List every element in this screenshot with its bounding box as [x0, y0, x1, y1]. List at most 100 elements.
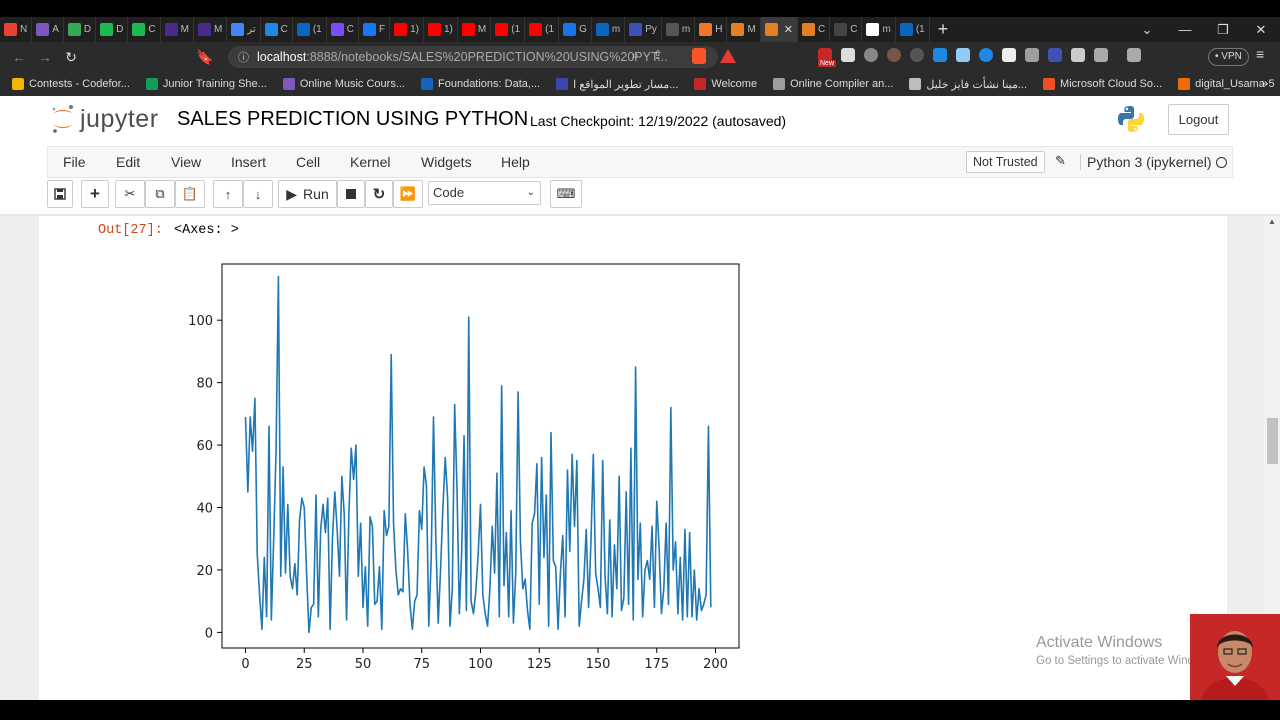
- browser-tab[interactable]: D: [96, 17, 129, 42]
- bookmark-item[interactable]: Junior Training She...: [145, 78, 267, 90]
- vpn-button[interactable]: • VPN: [1208, 48, 1249, 66]
- browser-tab[interactable]: m: [862, 17, 896, 42]
- command-palette-button[interactable]: ⌨: [550, 180, 582, 208]
- trust-button[interactable]: Not Trusted: [966, 151, 1045, 173]
- extension-translate-icon[interactable]: [933, 48, 947, 62]
- reload-icon[interactable]: ↻: [58, 49, 84, 66]
- menu-help[interactable]: Help: [501, 154, 530, 170]
- menu-cell[interactable]: Cell: [296, 154, 320, 170]
- menu-insert[interactable]: Insert: [231, 154, 266, 170]
- extension-n-icon[interactable]: [1002, 48, 1016, 62]
- browser-tab[interactable]: C: [830, 17, 863, 42]
- brave-rewards-icon[interactable]: [720, 49, 736, 63]
- browser-tab[interactable]: M: [458, 17, 492, 42]
- browser-tab[interactable]: D: [64, 17, 97, 42]
- browser-tab[interactable]: ✕: [760, 17, 798, 42]
- browser-tab[interactable]: C: [261, 17, 293, 42]
- menu-file[interactable]: File: [63, 154, 86, 170]
- back-icon[interactable]: ←: [6, 49, 32, 65]
- bookmark-item[interactable]: Online Music Cours...: [282, 78, 405, 90]
- browser-tab[interactable]: m: [662, 17, 696, 42]
- extension-download-icon[interactable]: [910, 48, 924, 62]
- browser-tab[interactable]: N: [0, 17, 33, 42]
- browser-tab[interactable]: H: [695, 17, 728, 42]
- brave-shield-icon[interactable]: [692, 48, 706, 64]
- new-tab-button[interactable]: +: [938, 19, 949, 40]
- extension-shield-icon[interactable]: [1025, 48, 1039, 62]
- extension-shield2-icon[interactable]: [1048, 48, 1062, 62]
- scrollbar-thumb[interactable]: [1267, 418, 1278, 464]
- bookmark-item[interactable]: Foundations: Data,...: [421, 78, 540, 90]
- menu-edit[interactable]: Edit: [116, 154, 140, 170]
- bookmark-item[interactable]: مينا نشأت فايز خليل...: [909, 78, 1027, 91]
- browser-tab[interactable]: 1): [424, 17, 458, 42]
- minimize-icon[interactable]: —: [1166, 22, 1204, 37]
- extension-screen-icon[interactable]: [956, 48, 970, 62]
- tab-search-icon[interactable]: ⌄: [1128, 22, 1166, 38]
- forward-icon[interactable]: →: [32, 49, 58, 65]
- extension-cookie-icon[interactable]: [887, 48, 901, 62]
- move-up-button[interactable]: ↑: [213, 180, 243, 208]
- bookmark-item[interactable]: Contests - Codefor...: [12, 78, 130, 90]
- menu-widgets[interactable]: Widgets: [421, 154, 472, 170]
- logout-button[interactable]: Logout: [1168, 104, 1229, 135]
- bookmarks-more-icon[interactable]: »: [1261, 76, 1268, 90]
- save-button[interactable]: [47, 180, 73, 208]
- copy-button[interactable]: ⧉: [145, 180, 175, 208]
- bookmark-item[interactable]: مسار تطوير المواقع ا...: [556, 78, 678, 91]
- browser-tab[interactable]: M: [727, 17, 761, 42]
- sidebar-icon[interactable]: [1094, 48, 1108, 62]
- browser-tab[interactable]: C: [128, 17, 161, 42]
- wallet-icon[interactable]: [1127, 48, 1141, 62]
- browser-tab[interactable]: M: [194, 17, 228, 42]
- extension-blue-icon[interactable]: [979, 48, 993, 62]
- move-down-button[interactable]: ↓: [243, 180, 273, 208]
- bookmark-item[interactable]: Microsoft Cloud So...: [1043, 78, 1162, 90]
- cut-button[interactable]: ✂: [115, 180, 145, 208]
- run-button[interactable]: ▶ Run: [278, 180, 337, 208]
- zoom-icon[interactable]: ⌕: [632, 48, 639, 63]
- notebook-title[interactable]: SALES PREDICTION USING PYTHON: [177, 108, 528, 131]
- bookmark-item[interactable]: Online Compiler an...: [773, 78, 893, 90]
- browser-menu-icon[interactable]: ≡: [1256, 46, 1264, 62]
- site-info-icon[interactable]: ⓘ: [238, 49, 249, 65]
- interrupt-button[interactable]: [337, 180, 365, 208]
- browser-tab[interactable]: F: [359, 17, 391, 42]
- extension-a-icon[interactable]: [841, 48, 855, 62]
- browser-tab[interactable]: (1: [525, 17, 560, 42]
- extension-gear-icon[interactable]: [864, 48, 878, 62]
- jupyter-logo[interactable]: jupyter: [50, 104, 159, 134]
- move-down-icon: ↓: [254, 186, 262, 202]
- cell-type-select[interactable]: Code ⌄: [428, 181, 541, 205]
- share-icon[interactable]: ⇪: [653, 48, 663, 63]
- scroll-up-icon[interactable]: ▲: [1268, 217, 1276, 226]
- browser-tab[interactable]: (1: [491, 17, 526, 42]
- tab-close-icon[interactable]: ✕: [784, 23, 793, 36]
- browser-tab[interactable]: m: [592, 17, 626, 42]
- bookmark-item[interactable]: Welcome: [694, 78, 757, 90]
- menu-kernel[interactable]: Kernel: [350, 154, 390, 170]
- browser-tab[interactable]: G: [559, 17, 592, 42]
- bookmark-item[interactable]: digital_Usama-5: [1178, 78, 1275, 90]
- restore-icon[interactable]: ❐: [1204, 22, 1242, 38]
- url-text[interactable]: localhost:8888/notebooks/SALES%20PREDICT…: [257, 50, 668, 64]
- restart-run-all-button[interactable]: ⏩: [393, 180, 423, 208]
- restart-button[interactable]: ↻: [365, 180, 393, 208]
- browser-tab[interactable]: تر: [227, 17, 261, 42]
- browser-tab[interactable]: (1: [896, 17, 930, 42]
- menu-view[interactable]: View: [171, 154, 201, 170]
- bookmark-icon[interactable]: 🔖: [192, 49, 218, 66]
- tab-label: Py: [645, 24, 657, 35]
- browser-tab[interactable]: A: [32, 17, 64, 42]
- kernel-name[interactable]: Python 3 (ipykernel): [1080, 154, 1212, 170]
- browser-tab[interactable]: C: [327, 17, 359, 42]
- browser-tab[interactable]: 1): [390, 17, 424, 42]
- add-cell-button[interactable]: +: [81, 180, 109, 208]
- browser-tab[interactable]: Py: [625, 17, 662, 42]
- extensions-puzzle-icon[interactable]: [1071, 48, 1085, 62]
- close-window-icon[interactable]: ✕: [1242, 22, 1280, 38]
- browser-tab[interactable]: C: [798, 17, 831, 42]
- browser-tab[interactable]: (1: [293, 17, 327, 42]
- paste-button[interactable]: 📋: [175, 180, 205, 208]
- browser-tab[interactable]: M: [161, 17, 194, 42]
